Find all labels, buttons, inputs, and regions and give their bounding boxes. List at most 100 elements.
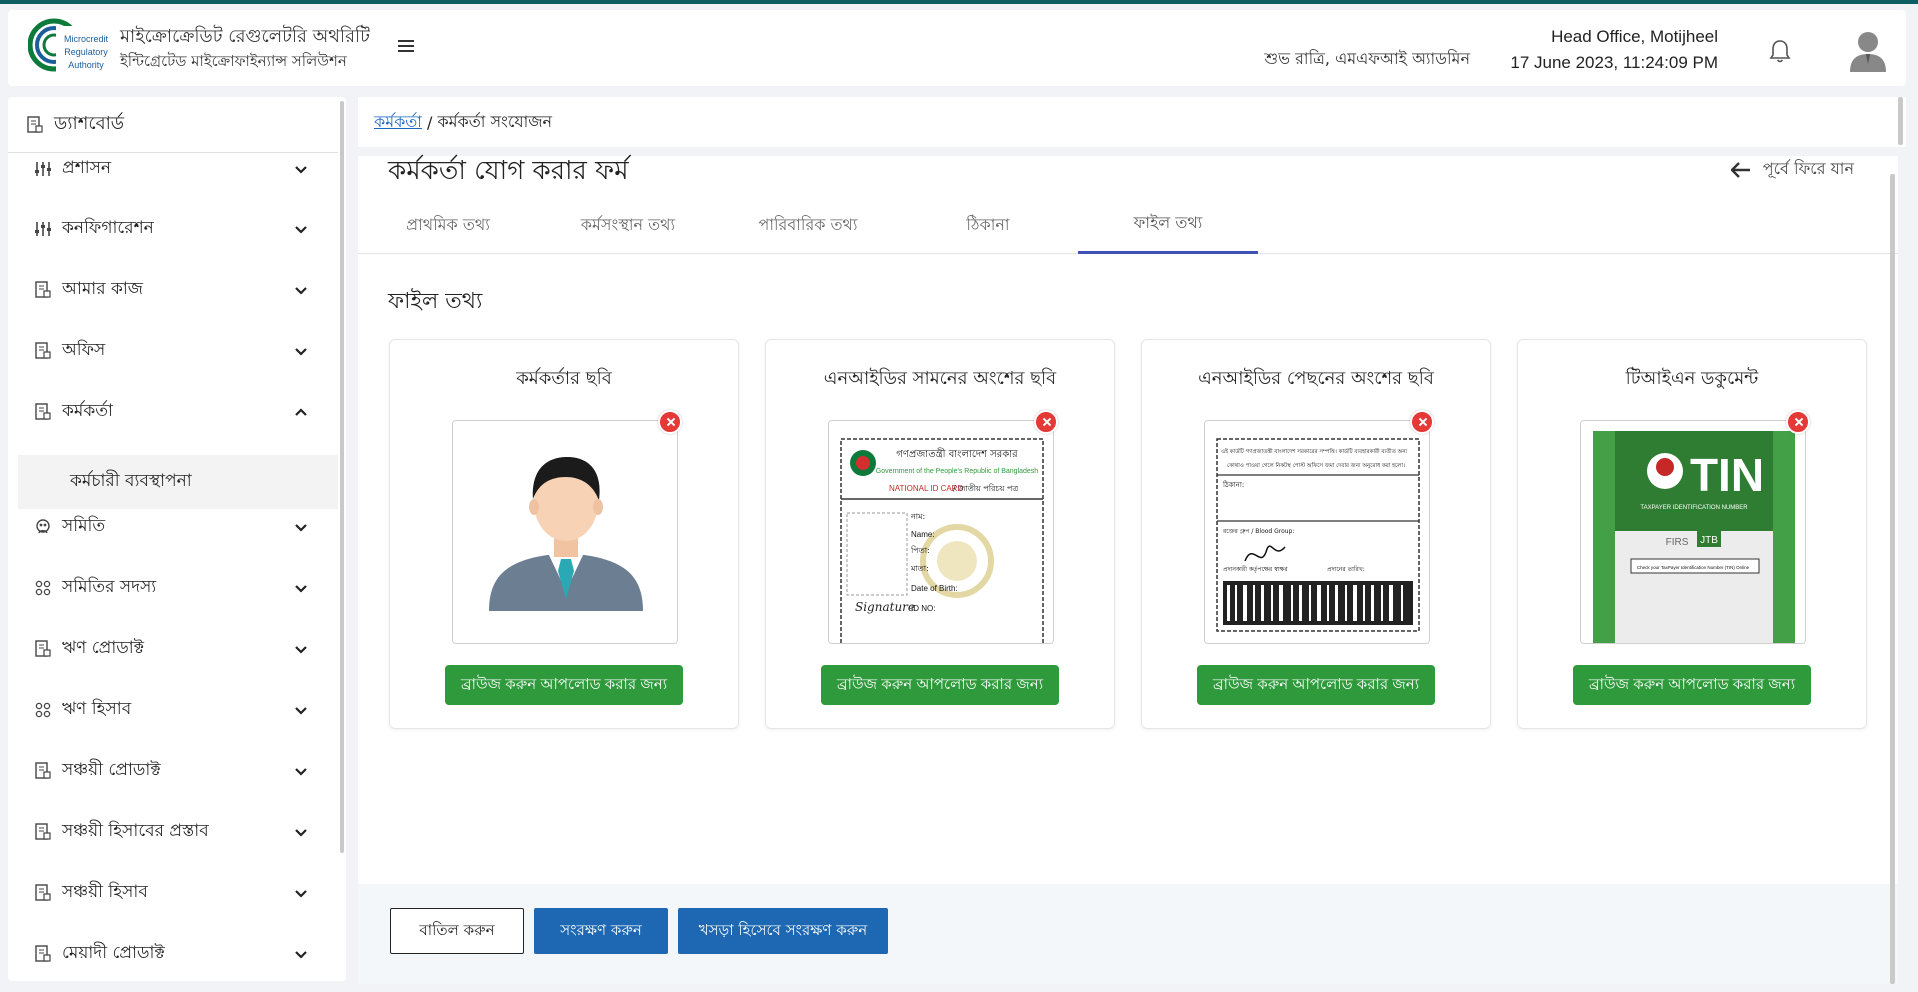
chevron-down-icon[interactable]	[294, 885, 308, 899]
sidebar-item-9[interactable]: ঋণ হিসাব	[8, 690, 338, 730]
sidebar-item-label: ঋণ প্রোডাক্ট	[62, 638, 144, 658]
chevron-down-icon[interactable]	[294, 580, 308, 594]
sidebar-item-label: সঞ্চয়ী হিসাবের প্রস্তাব	[62, 821, 209, 841]
chevron-down-icon[interactable]	[294, 221, 308, 235]
sliders-icon	[34, 220, 52, 238]
user-avatar-icon[interactable]	[1848, 28, 1888, 72]
tin-document-preview: TIN TAXPAYER IDENTIFICATION NUMBER FIRS …	[1580, 420, 1806, 644]
chevron-down-icon[interactable]	[294, 946, 308, 960]
upload-card-officer-photo: কর্মকর্তার ছবি ব্রাউজ করুন আপলোড করার জন…	[389, 339, 739, 729]
browse-upload-button[interactable]: ব্রাউজ করুন আপলোড করার জন্য	[1573, 665, 1811, 705]
chevron-down-icon[interactable]	[294, 282, 308, 296]
browse-upload-button[interactable]: ব্রাউজ করুন আপলোড করার জন্য	[1197, 665, 1435, 705]
arrow-left-icon	[1730, 161, 1750, 178]
document-icon	[34, 281, 52, 299]
remove-image-button[interactable]	[1786, 410, 1810, 434]
tab-file-info[interactable]: ফাইল তথ্য	[1078, 196, 1258, 254]
card-title: কর্মকর্তার ছবি	[516, 368, 612, 389]
form-footer: বাতিল করুন সংরক্ষণ করুন খসড়া হিসেবে সংর…	[358, 884, 1898, 984]
nid-header-bn: গণপ্রজাতন্ত্রী বাংলাদেশ সরকার	[896, 447, 1018, 460]
nid-back-blood: রক্তের গ্রুপ / Blood Group:	[1222, 528, 1294, 535]
cancel-button[interactable]: বাতিল করুন	[390, 908, 524, 954]
members-icon	[34, 579, 52, 597]
card-title: এনআইডির সামনের অংশের ছবি	[823, 368, 1057, 389]
sidebar-item-label: সমিতি	[62, 516, 106, 536]
breadcrumb-link-officers[interactable]: কর্মকর্তা	[374, 109, 422, 136]
nid-back-issue-date: প্রদানের তারিখ:	[1327, 566, 1365, 573]
sidebar-item-label: সঞ্চয়ী হিসাব	[62, 882, 148, 902]
document-icon	[34, 823, 52, 841]
sidebar-item-label: সমিতির সদস্য	[62, 577, 157, 597]
tin-subtitle: TAXPAYER IDENTIFICATION NUMBER	[1640, 505, 1748, 511]
sidebar-item-6[interactable]: সমিতি	[8, 507, 338, 547]
sidebar-item-13[interactable]: মেয়াদী প্রোডাক্ট	[8, 934, 338, 974]
sidebar-item-11[interactable]: সঞ্চয়ী হিসাবের প্রস্তাব	[8, 812, 338, 852]
chevron-down-icon[interactable]	[294, 161, 308, 175]
chevron-down-icon[interactable]	[294, 824, 308, 838]
sidebar-item-12[interactable]: সঞ্চয়ী হিসাব	[8, 873, 338, 913]
sidebar-item-label: ঋণ হিসাব	[62, 699, 132, 719]
document-icon	[27, 115, 43, 133]
back-label: পূর্বে ফিরে যান	[1762, 159, 1854, 178]
browse-upload-button[interactable]: ব্রাউজ করুন আপলোড করার জন্য	[821, 665, 1059, 705]
back-button[interactable]: পূর্বে ফিরে যান	[1730, 156, 1854, 183]
document-icon	[34, 640, 52, 658]
nid-field: নাম:	[910, 512, 925, 521]
brand-subtitle: ইন্টিগ্রেটেড মাইক্রোফাইন্যান্স সলিউশন	[120, 52, 347, 70]
sidebar-item-10[interactable]: সঞ্চয়ী প্রোডাক্ট	[8, 751, 338, 791]
nid-front-preview: গণপ্রজাতন্ত্রী বাংলাদেশ সরকার Government…	[828, 420, 1054, 644]
tab-family-info[interactable]: পারিবারিক তথ্য	[718, 196, 898, 254]
sidebar-subitem-employee-management[interactable]: কর্মচারী ব্যবস্থাপনা	[18, 455, 338, 509]
chevron-down-icon[interactable]	[294, 763, 308, 777]
app-header: Microcredit Regulatory Authority মাইক্রো…	[8, 10, 1906, 86]
browse-upload-button[interactable]: ব্রাউজ করুন আপলোড করার জন্য	[445, 665, 683, 705]
chevron-down-icon[interactable]	[294, 702, 308, 716]
sidebar-item-label: কর্মকর্তা	[62, 401, 113, 421]
upload-card-nid-front: এনআইডির সামনের অংশের ছবি গণপ্রজাতন্ত্রী …	[765, 339, 1115, 729]
current-datetime: 17 June 2023, 11:24:09 PM	[1510, 53, 1718, 72]
chevron-down-icon[interactable]	[294, 343, 308, 357]
chevron-down-icon[interactable]	[294, 519, 308, 533]
sidebar-item-label: মেয়াদী প্রোডাক্ট	[62, 943, 165, 963]
card-title: টিআইএন ডকুমেন্ট	[1625, 368, 1759, 389]
logo-line-1: Microcredit	[64, 34, 109, 44]
save-button[interactable]: সংরক্ষণ করুন	[534, 908, 668, 954]
save-draft-button[interactable]: খসড়া হিসেবে সংরক্ষণ করুন	[678, 908, 888, 954]
tab-address[interactable]: ঠিকানা	[898, 196, 1078, 254]
nid-field: মাতা:	[910, 564, 929, 573]
remove-image-button[interactable]	[1034, 410, 1058, 434]
breadcrumb-scrollbar[interactable]	[1896, 97, 1904, 147]
tin-check-text: Check your TaxPayer Identification Numbe…	[1637, 565, 1750, 570]
form-tabs: প্রাথমিক তথ্য কর্মসংস্থান তথ্য পারিবারিক…	[358, 196, 1898, 254]
tab-basic-info[interactable]: প্রাথমিক তথ্য	[358, 196, 538, 254]
nid-back-preview: এই কার্ডটি গণপ্রজাতন্ত্রী বাংলাদেশ সরকার…	[1204, 420, 1430, 644]
menu-icon[interactable]	[398, 40, 418, 56]
tin-firs: FIRS	[1666, 537, 1689, 548]
section-title: ফাইল তথ্য	[388, 289, 483, 314]
sidebar-item-8[interactable]: ঋণ প্রোডাক্ট	[8, 629, 338, 669]
chevron-down-icon[interactable]	[294, 641, 308, 655]
nid-front-image: গণপ্রজাতন্ত্রী বাংলাদেশ সরকার Government…	[829, 421, 1053, 643]
sidebar-item-7[interactable]: সমিতির সদস্য	[8, 568, 338, 608]
remove-image-button[interactable]	[1410, 410, 1434, 434]
main-scrollbar[interactable]	[1888, 156, 1896, 984]
sidebar-scrollbar[interactable]	[338, 97, 346, 981]
sidebar-item-dashboard[interactable]: ড্যাশবোর্ড	[8, 97, 338, 153]
bell-icon[interactable]	[1768, 38, 1792, 64]
nid-field: Name:	[911, 530, 935, 539]
logo-line-2: Regulatory	[64, 47, 108, 57]
tab-employment-info[interactable]: কর্মসংস্থান তথ্য	[538, 196, 718, 254]
page-title: কর্মকর্তা যোগ করার ফর্ম	[388, 156, 629, 186]
upload-card-tin-document: টিআইএন ডকুমেন্ট TIN TAXPAYER IDENTIFICAT…	[1517, 339, 1867, 729]
sidebar-item-5[interactable]: কর্মকর্তা	[8, 392, 338, 432]
chevron-up-icon[interactable]	[294, 404, 308, 418]
sidebar-item-1[interactable]: প্রশাসন	[8, 149, 338, 189]
barcode	[1223, 581, 1413, 625]
person-avatar-image	[453, 421, 677, 643]
remove-image-button[interactable]	[658, 410, 682, 434]
brand-text: মাইক্রোক্রেডিট রেগুলেটরি অথরিটি ইন্টিগ্র…	[120, 24, 370, 72]
sidebar-item-3[interactable]: আমার কাজ	[8, 270, 338, 310]
sidebar-item-4[interactable]: অফিস	[8, 331, 338, 371]
sidebar-item-label: প্রশাসন	[62, 158, 112, 178]
sidebar-item-2[interactable]: কনফিগারেশন	[8, 209, 338, 249]
